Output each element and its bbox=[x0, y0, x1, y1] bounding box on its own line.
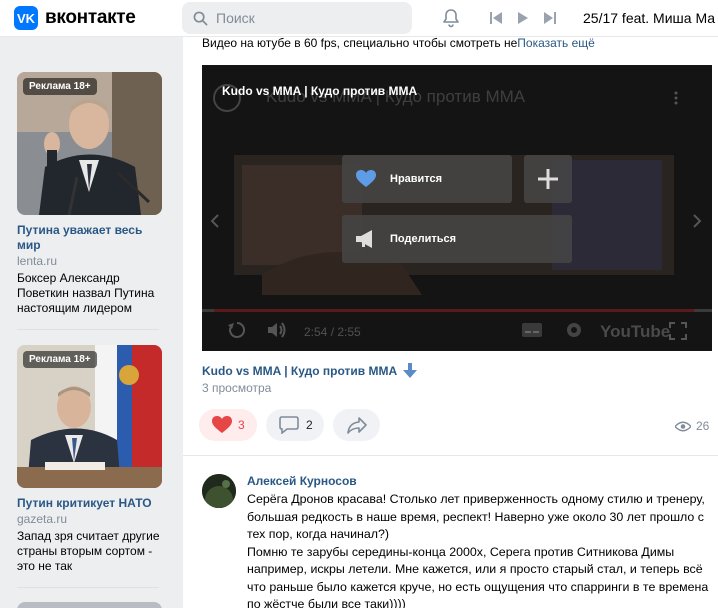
ad-card[interactable]: Реклама 18+ Путина уважает весь мир lent… bbox=[17, 72, 162, 316]
show-more-link[interactable]: Показать ещё bbox=[517, 37, 595, 50]
comment-icon bbox=[279, 416, 299, 434]
like-count: 3 bbox=[238, 418, 245, 432]
avatar-photo bbox=[202, 474, 236, 508]
share-overlay-label: Поделиться bbox=[390, 233, 457, 245]
video-title: Kudo vs MMA | Кудо против MMA bbox=[222, 84, 418, 98]
youtube-logo[interactable]: YouTube bbox=[600, 322, 670, 342]
plus-icon bbox=[538, 169, 558, 189]
ad-domain: lenta.ru bbox=[17, 254, 58, 268]
now-playing-track[interactable]: 25/17 feat. Миша Ма bbox=[583, 10, 715, 26]
download-arrow-icon[interactable] bbox=[403, 363, 418, 378]
avatar[interactable] bbox=[202, 474, 236, 508]
ad-image-next[interactable] bbox=[17, 602, 162, 608]
volume-icon[interactable] bbox=[268, 322, 288, 338]
ad-separator bbox=[17, 587, 159, 588]
logo-text: вконтакте bbox=[45, 7, 136, 28]
video-time: 2:54 / 2:55 bbox=[304, 325, 361, 339]
view-count: 26 bbox=[696, 419, 710, 433]
audio-player-controls bbox=[490, 11, 556, 25]
eye-icon bbox=[675, 421, 691, 431]
ad-text: Боксер Александр Поветкин назвал Путина … bbox=[17, 271, 155, 315]
post-text-snippet: Видео на ютубе в 60 fps, специально чтоб… bbox=[202, 37, 595, 50]
replay-icon[interactable] bbox=[228, 321, 246, 339]
play-icon[interactable] bbox=[517, 11, 529, 25]
next-track-icon[interactable] bbox=[543, 11, 556, 25]
video-name-text: Kudo vs MMA | Кудо против MMA bbox=[202, 364, 397, 378]
ad-badge: Реклама 18+ bbox=[23, 78, 97, 95]
share-arrow-icon bbox=[346, 416, 367, 434]
heart-icon bbox=[212, 416, 232, 433]
share-button[interactable] bbox=[333, 409, 380, 441]
fullscreen-icon[interactable] bbox=[669, 322, 687, 340]
like-overlay-label: Нравится bbox=[390, 173, 443, 185]
add-video-button[interactable] bbox=[524, 155, 572, 203]
previous-track-icon[interactable] bbox=[490, 11, 503, 25]
ad-separator bbox=[17, 329, 159, 330]
video-player[interactable]: Kudo vs MMA | Кудо против MMA Kudo vs MM… bbox=[202, 65, 712, 351]
megaphone-icon bbox=[356, 230, 372, 248]
like-overlay-button[interactable]: Нравится bbox=[342, 155, 512, 203]
notifications-bell-icon[interactable] bbox=[441, 8, 461, 28]
ad-card[interactable]: Реклама 18+ Путин критикует НАТО gazeta.… bbox=[17, 345, 162, 574]
settings-gear-icon[interactable] bbox=[564, 320, 584, 340]
search-icon bbox=[193, 11, 208, 25]
share-overlay-button[interactable]: Поделиться bbox=[342, 215, 572, 263]
ad-badge: Реклама 18+ bbox=[23, 351, 97, 368]
comment-text: Серёга Дронов красава! Столько лет приве… bbox=[247, 491, 710, 608]
ad-title[interactable]: Путин критикует НАТО bbox=[17, 496, 162, 511]
video-name-link[interactable]: Kudo vs MMA | Кудо против MMA bbox=[202, 363, 418, 378]
feed: Видео на ютубе в 60 fps, специально чтоб… bbox=[183, 37, 718, 608]
vk-logo[interactable]: VK вконтакте bbox=[14, 6, 136, 30]
heart-icon bbox=[356, 170, 376, 187]
search-input[interactable] bbox=[216, 10, 396, 26]
ad-domain: gazeta.ru bbox=[17, 512, 68, 526]
video-frame bbox=[202, 65, 712, 351]
views-text: 3 просмотра bbox=[202, 381, 272, 395]
comment-author[interactable]: Алексей Курносов bbox=[247, 474, 357, 488]
comments-divider bbox=[183, 455, 718, 456]
ads-column: Реклама 18+ Путина уважает весь мир lent… bbox=[0, 37, 182, 608]
subtitles-icon[interactable] bbox=[522, 323, 542, 337]
ad-text: Запад зря считает другие страны вторым с… bbox=[17, 529, 160, 573]
ad-image[interactable]: Реклама 18+ bbox=[17, 72, 162, 215]
top-bar: VK вконтакте 25/17 feat. Миша Ма bbox=[0, 0, 718, 37]
view-counter: 26 bbox=[675, 419, 709, 433]
post-text: Видео на ютубе в 60 fps, специально чтоб… bbox=[202, 37, 518, 50]
like-button[interactable]: 3 bbox=[199, 409, 257, 441]
comment-count: 2 bbox=[306, 418, 313, 432]
search-box[interactable] bbox=[182, 2, 412, 34]
comment-paragraph: Серёга Дронов красава! Столько лет приве… bbox=[247, 492, 705, 541]
comment-button[interactable]: 2 bbox=[266, 409, 324, 441]
comment-paragraph: Помню те зарубы середины-конца 2000х, Се… bbox=[247, 544, 709, 608]
ad-title[interactable]: Путина уважает весь мир bbox=[17, 223, 162, 253]
ad-image[interactable]: Реклама 18+ bbox=[17, 345, 162, 488]
vk-logo-icon: VK bbox=[14, 6, 38, 30]
